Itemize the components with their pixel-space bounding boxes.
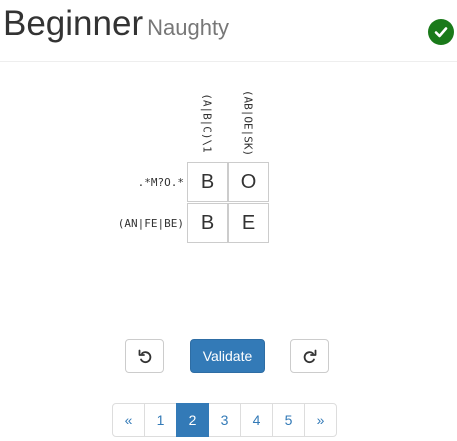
next-page-button[interactable]: »: [304, 403, 337, 437]
column-clue-1: (A|B|C)\1: [200, 93, 214, 153]
check-circle-icon: [428, 19, 454, 45]
puzzle-name: Naughty: [147, 15, 230, 40]
previous-page-button[interactable]: «: [112, 403, 145, 437]
validate-button[interactable]: Validate: [190, 339, 265, 373]
redo-icon: [303, 349, 316, 364]
page-4[interactable]: 4: [240, 403, 273, 437]
grid-cell[interactable]: B: [187, 203, 228, 243]
undo-icon: [138, 349, 151, 364]
level-title: Beginner: [3, 4, 144, 43]
grid-cell[interactable]: B: [187, 162, 228, 202]
column-clue-2: (AB|OE|SK): [241, 89, 255, 157]
page-5[interactable]: 5: [272, 403, 305, 437]
page-2[interactable]: 2: [176, 403, 209, 437]
page-title: Beginner Naughty: [3, 4, 229, 48]
row-clue-1: .*M?O.*: [137, 175, 184, 189]
grid-cell[interactable]: E: [228, 203, 269, 243]
page-1[interactable]: 1: [144, 403, 177, 437]
page-3[interactable]: 3: [208, 403, 241, 437]
redo-button[interactable]: [290, 339, 329, 373]
row-clue-2: (AN|FE|BE): [117, 216, 184, 230]
grid-cell[interactable]: O: [228, 162, 269, 202]
pagination: « 1 2 3 4 5 »: [112, 403, 337, 437]
page-header: Beginner Naughty: [0, 0, 457, 62]
undo-button[interactable]: [125, 339, 164, 373]
